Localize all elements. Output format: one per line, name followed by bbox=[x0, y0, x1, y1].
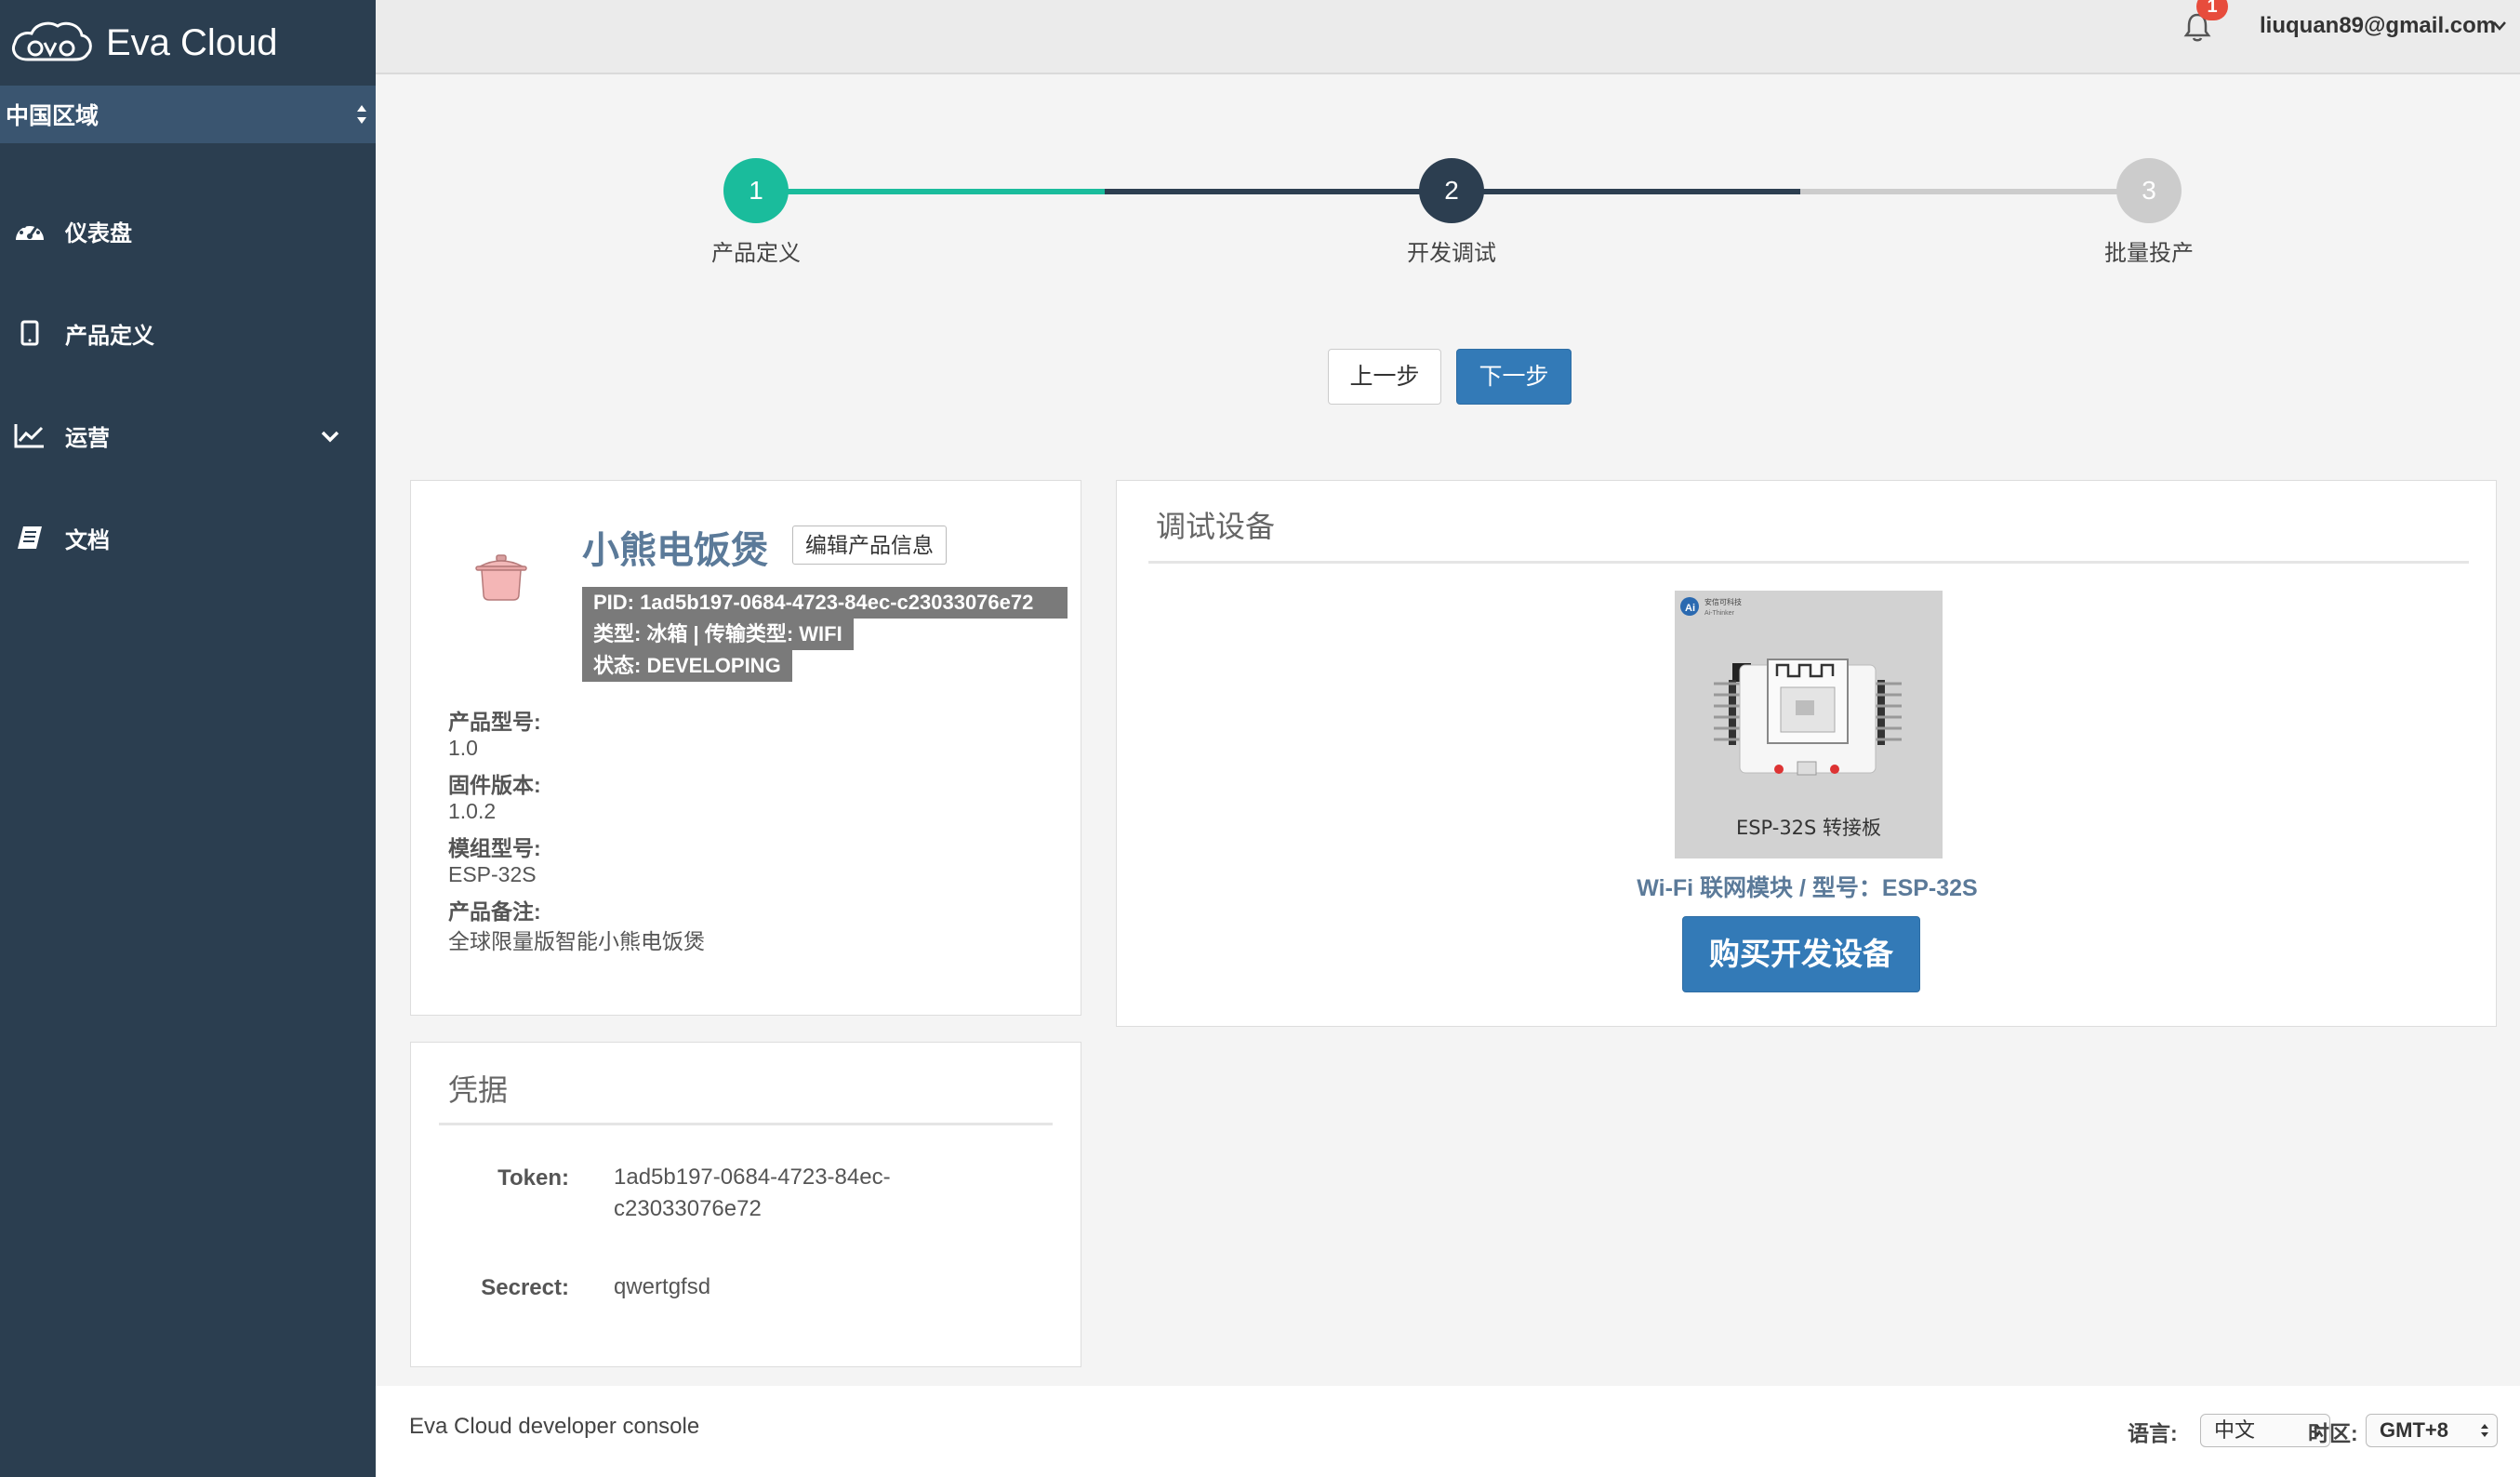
sidebar-item-docs[interactable]: 文档 bbox=[0, 504, 376, 571]
spec-label: 产品型号: bbox=[448, 710, 541, 734]
prev-step-button[interactable]: 上一步 bbox=[1328, 349, 1441, 405]
select-arrows-icon bbox=[2481, 1424, 2488, 1437]
credentials-title: 凭据 bbox=[448, 1073, 509, 1107]
spec-value: ESP-32S bbox=[448, 862, 537, 886]
product-info-panel: 小熊电饭煲 编辑产品信息 PID: 1ad5b197-0684-4723-84e… bbox=[410, 480, 1081, 1016]
image-caption-text: ESP-32S 转接板 bbox=[1736, 817, 1881, 839]
step-1-circle: 1 bbox=[723, 158, 789, 223]
timezone-value: GMT+8 bbox=[2380, 1418, 2448, 1442]
sidebar-item-dashboard[interactable]: 仪表盘 bbox=[0, 197, 376, 264]
step-3-label: 批量投产 bbox=[2104, 241, 2194, 266]
image-brand-en-text: Ai-Thinker bbox=[1704, 610, 1735, 617]
sidebar-item-product-definition[interactable]: 产品定义 bbox=[0, 299, 376, 366]
pid-tag: PID: 1ad5b197-0684-4723-84ec-c23033076e7… bbox=[582, 587, 1068, 619]
user-menu[interactable]: liuquan89@gmail.com bbox=[2260, 13, 2496, 39]
secret-value: qwertgfsd bbox=[614, 1274, 711, 1299]
sidebar-item-operations[interactable]: 运营 bbox=[0, 402, 376, 469]
buy-device-button[interactable]: 购买开发设备 bbox=[1682, 916, 1920, 992]
step-2-label: 开发调试 bbox=[1407, 241, 1496, 266]
token-value: 1ad5b197-0684-4723-84ec- c23033076e72 bbox=[614, 1162, 891, 1225]
divider bbox=[1148, 561, 2469, 564]
step-connector bbox=[1800, 189, 2150, 194]
spec-label: 固件版本: bbox=[448, 773, 541, 797]
device-caption: Wi-Fi 联网模块 / 型号：ESP-32S bbox=[1637, 875, 1978, 901]
footer-text: Eva Cloud developer console bbox=[409, 1414, 700, 1439]
brand-name: Eva Cloud bbox=[106, 21, 278, 63]
credentials-panel: 凭据 Token: 1ad5b197-0684-4723-84ec- c2303… bbox=[410, 1042, 1081, 1367]
tablet-icon bbox=[13, 316, 46, 350]
footer: Eva Cloud developer console 语言: 中文 时区: G… bbox=[376, 1386, 2520, 1477]
spec-value: 全球限量版智能小熊电饭煲 bbox=[448, 929, 705, 953]
language-label: 语言: bbox=[2128, 1421, 2178, 1445]
spec-value: 1.0 bbox=[448, 736, 478, 760]
book-icon bbox=[13, 521, 46, 554]
debug-title: 调试设备 bbox=[1156, 510, 1276, 543]
product-name: 小熊电饭煲 bbox=[582, 530, 768, 571]
token-label: Token: bbox=[497, 1165, 569, 1191]
esp32-board-image: Ai 安信可科技 Ai-Thinker ESP-32S 转接板 bbox=[1675, 591, 1943, 858]
sidebar-item-label: 文档 bbox=[65, 527, 110, 553]
edit-product-button[interactable]: 编辑产品信息 bbox=[792, 526, 947, 565]
debug-device-panel: 调试设备 Ai 安信可科技 Ai-Thinker ESP-32S 转接板 Wi-… bbox=[1116, 480, 2497, 1027]
rice-cooker-icon bbox=[475, 554, 527, 601]
timezone-label: 时区: bbox=[2308, 1421, 2358, 1445]
step-connector bbox=[755, 189, 1105, 194]
caret-down-icon[interactable] bbox=[2492, 20, 2507, 32]
spec-label: 产品备注: bbox=[448, 899, 541, 924]
sidebar-item-label: 运营 bbox=[65, 425, 110, 451]
type-tag: 类型: 冰箱 | 传输类型: WIFI bbox=[582, 619, 854, 650]
step-3-circle: 3 bbox=[2116, 158, 2182, 223]
brand[interactable]: Eva Cloud bbox=[0, 0, 376, 86]
sidebar-item-label: 仪表盘 bbox=[65, 220, 132, 246]
step-1-label: 产品定义 bbox=[711, 241, 801, 266]
timezone-select[interactable]: GMT+8 bbox=[2366, 1414, 2498, 1447]
line-chart-icon bbox=[13, 419, 46, 452]
svg-text:Ai: Ai bbox=[1685, 603, 1695, 614]
region-selector[interactable]: 中国区域 bbox=[0, 86, 376, 143]
sidebar: Eva Cloud 中国区域 仪表盘 产品定义 运营 文档 bbox=[0, 0, 376, 1477]
spec-label: 模组型号: bbox=[448, 836, 541, 860]
language-value: 中文 bbox=[2214, 1418, 2256, 1442]
divider bbox=[439, 1123, 1053, 1125]
next-step-button[interactable]: 下一步 bbox=[1456, 349, 1572, 405]
device-image: Ai 安信可科技 Ai-Thinker ESP-32S 转接板 bbox=[1675, 591, 1943, 858]
dashboard-icon bbox=[13, 214, 46, 247]
eva-cloud-logo-icon bbox=[12, 21, 92, 61]
step-2-circle: 2 bbox=[1419, 158, 1484, 223]
status-badge: 状态: DEVELOPING bbox=[582, 650, 792, 682]
token-value-line: 1ad5b197-0684-4723-84ec- bbox=[614, 1164, 891, 1190]
select-arrows-icon bbox=[357, 105, 366, 124]
token-value-line: c23033076e72 bbox=[614, 1196, 762, 1221]
sidebar-item-label: 产品定义 bbox=[65, 323, 154, 349]
secret-label: Secrect: bbox=[481, 1275, 569, 1300]
spec-value: 1.0.2 bbox=[448, 799, 497, 823]
image-brand-text: 安信可科技 bbox=[1704, 597, 1742, 606]
chevron-down-icon bbox=[321, 431, 339, 443]
region-label: 中国区域 bbox=[6, 103, 99, 129]
